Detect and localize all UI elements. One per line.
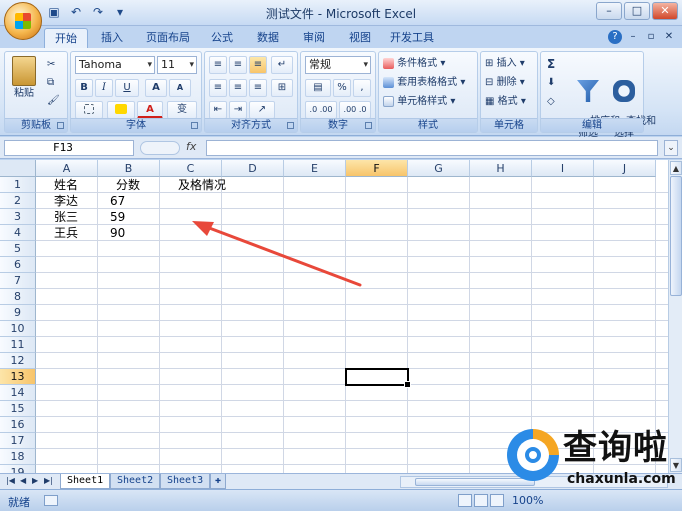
watermark: 查询啦 chaxunla.com xyxy=(505,423,677,491)
macro-record-icon[interactable] xyxy=(44,495,58,506)
sheet-tab-sheet3[interactable]: Sheet3 xyxy=(160,474,211,489)
status-text: 就绪 xyxy=(8,496,30,509)
watermark-url: chaxunla.com xyxy=(567,471,676,487)
page-break-view-icon[interactable] xyxy=(490,494,504,507)
office-button[interactable] xyxy=(4,2,42,40)
normal-view-icon[interactable] xyxy=(458,494,472,507)
office-logo-icon xyxy=(15,13,31,29)
sheet-tab-sheet2[interactable]: Sheet2 xyxy=(110,474,161,489)
insert-sheet-icon[interactable]: ✚ xyxy=(210,474,227,489)
last-sheet-icon[interactable]: ▶| xyxy=(44,476,53,485)
arrow-head xyxy=(192,221,214,236)
arrow-shaft xyxy=(202,224,362,287)
view-buttons xyxy=(458,494,504,507)
watermark-logo-icon xyxy=(507,429,559,481)
sheet-tab-sheet1[interactable]: Sheet1 xyxy=(60,474,111,489)
watermark-title: 查询啦 xyxy=(563,428,668,468)
first-sheet-icon[interactable]: |◀ xyxy=(6,476,15,485)
page-layout-view-icon[interactable] xyxy=(474,494,488,507)
zoom-level[interactable]: 100% xyxy=(512,494,543,507)
status-bar: 就绪 100% xyxy=(0,489,682,511)
prev-sheet-icon[interactable]: ◀ xyxy=(20,476,26,485)
next-sheet-icon[interactable]: ▶ xyxy=(32,476,38,485)
